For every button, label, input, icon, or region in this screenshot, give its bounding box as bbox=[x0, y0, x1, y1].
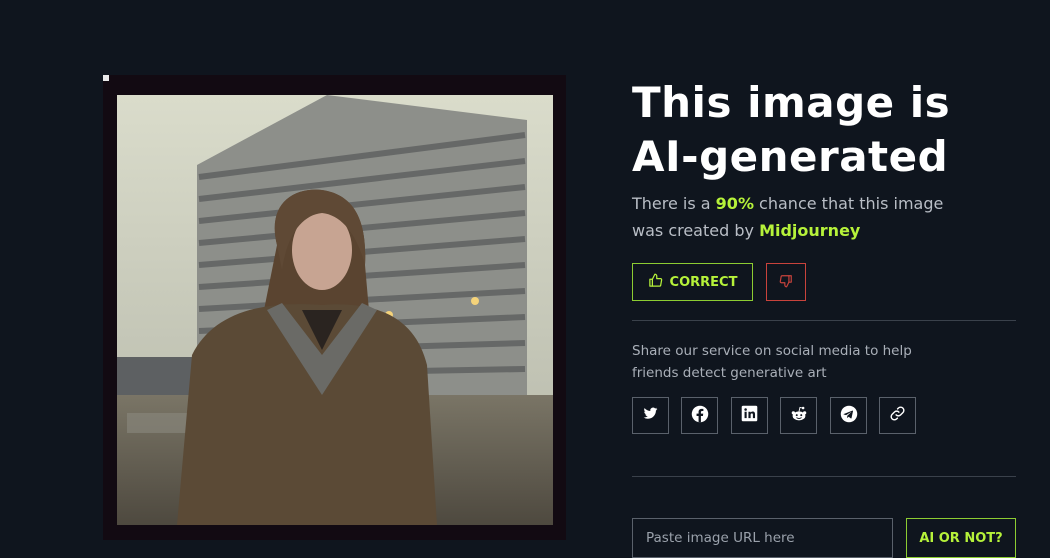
analyzed-photo bbox=[117, 95, 553, 525]
analyzed-image bbox=[103, 75, 566, 540]
thumbs-down-icon bbox=[779, 273, 793, 292]
divider-bottom bbox=[632, 476, 1016, 477]
ai-or-not-button[interactable]: AI OR NOT? bbox=[906, 518, 1016, 558]
reddit-icon bbox=[790, 405, 808, 427]
telegram-icon bbox=[840, 405, 858, 427]
facebook-icon bbox=[691, 405, 709, 427]
share-facebook-button[interactable] bbox=[681, 397, 718, 434]
share-telegram-button[interactable] bbox=[830, 397, 867, 434]
share-linkedin-button[interactable] bbox=[731, 397, 768, 434]
link-icon bbox=[889, 405, 906, 426]
probability-value: 90% bbox=[715, 194, 754, 213]
share-description: Share our service on social media to hel… bbox=[632, 343, 912, 381]
correct-button[interactable]: CORRECT bbox=[632, 263, 753, 301]
thumbs-up-icon bbox=[648, 273, 663, 292]
divider-top bbox=[632, 320, 1016, 321]
incorrect-button[interactable] bbox=[766, 263, 806, 301]
share-link-button[interactable] bbox=[879, 397, 916, 434]
correct-label: CORRECT bbox=[669, 274, 738, 290]
image-corner-mark bbox=[103, 75, 109, 81]
share-twitter-button[interactable] bbox=[632, 397, 669, 434]
result-headline: This image is AI-generated bbox=[632, 78, 951, 181]
share-reddit-button[interactable] bbox=[780, 397, 817, 434]
linkedin-icon bbox=[741, 405, 758, 426]
result-description: There is a 90% chance that this image wa… bbox=[632, 191, 972, 244]
image-url-input[interactable] bbox=[632, 518, 893, 558]
result-prefix: There is a bbox=[632, 194, 716, 213]
twitter-icon bbox=[643, 406, 658, 425]
generator-name: Midjourney bbox=[759, 220, 861, 240]
